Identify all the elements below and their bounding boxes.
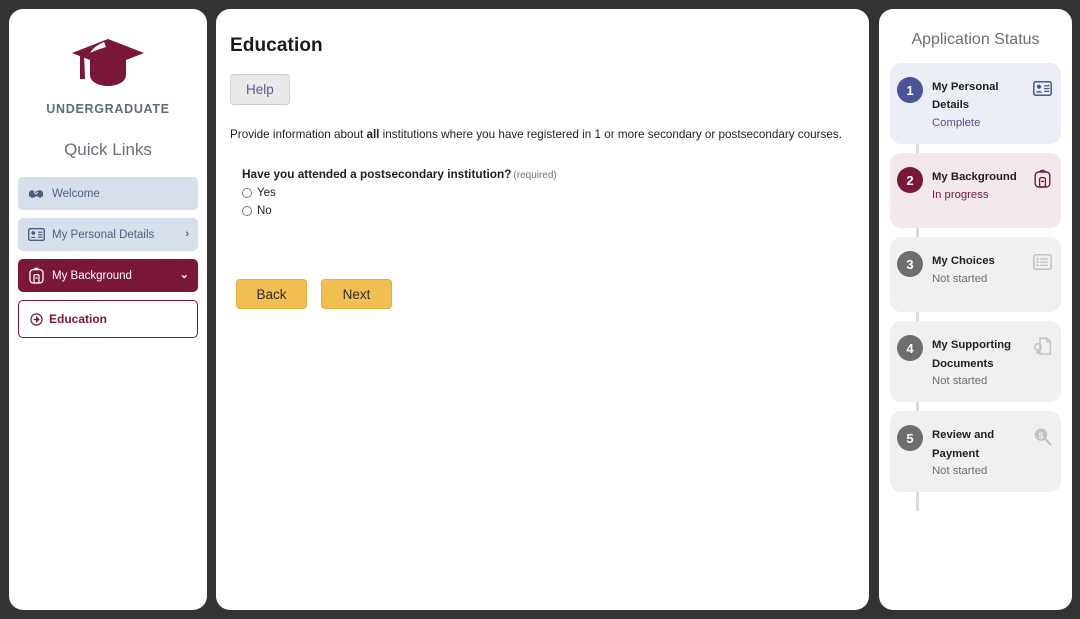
step-text: My Background In progress [932,166,1032,203]
radio-option-yes[interactable]: Yes [242,187,853,199]
application-page: UNDERGRADUATE Quick Links Welcome My Per… [0,0,1080,619]
step-state: Not started [932,374,988,387]
radio-indicator[interactable] [242,188,252,199]
list-icon [1032,252,1052,272]
step-number: 5 [897,425,923,452]
step-name: My Choices [932,255,995,268]
sidebar-item-my-personal-details[interactable]: My Personal Details › [18,218,198,251]
question-text: Have you attended a postsecondary instit… [242,167,512,182]
quick-links-title: Quick Links [64,140,152,159]
step-text: Review and Payment Not started [932,424,1032,479]
step-name: My Background [932,171,1017,184]
id-card-icon [1032,78,1052,98]
status-step-my-supporting-documents[interactable]: 4 My Supporting Documents Not started [890,321,1061,403]
question-label: Have you attended a postsecondary instit… [242,167,853,181]
step-number: 2 [897,167,923,194]
intro-text-after: institutions where you have registered i… [379,128,842,141]
backpack-icon [27,267,45,284]
status-step-my-personal-details[interactable]: 1 My Personal Details Complete [890,63,1061,145]
intro-text-emphasis: all [366,128,380,141]
step-name: My Personal Details [932,81,999,112]
intro-text-before: Provide information about [230,128,367,141]
chevron-down-icon: ⌄ [179,269,189,281]
step-number: 3 [897,251,923,278]
circle-arrow-right-icon [30,312,43,326]
help-button[interactable]: Help [230,74,290,105]
radio-label: No [257,205,272,218]
step-number: 4 [897,335,923,362]
sidebar-subitem-label: Education [49,312,108,326]
handshake-icon [27,186,45,202]
step-state: Not started [932,272,988,285]
backpack-icon [1032,168,1052,188]
content-panel: Education Help Provide information about… [216,9,869,610]
logo-container [9,9,207,96]
status-panel-title: Application Status [911,31,1040,48]
step-state: In progress [932,188,989,201]
status-step-review-and-payment[interactable]: 5 Review and Payment Not started $ [890,411,1061,493]
back-button[interactable]: Back [236,279,307,310]
brand-name: UNDERGRADUATE [46,102,170,116]
step-name: Review and Payment [932,429,995,460]
step-state: Complete [932,116,981,129]
radio-option-no[interactable]: No [242,205,853,217]
step-state: Not started [932,465,988,477]
required-note: (required) [513,170,557,182]
step-text: My Personal Details Complete [932,76,1032,131]
question-block: Have you attended a postsecondary instit… [230,167,853,217]
sidebar-item-label: My Background [52,269,132,282]
application-status-panel: Application Status 1 My Personal Details… [879,9,1072,610]
status-steps-list: 1 My Personal Details Complete 2 My Back… [879,63,1072,511]
id-card-icon [27,227,45,243]
sidebar-item-label: Welcome [52,187,100,200]
sidebar-item-welcome[interactable]: Welcome [18,177,198,210]
svg-text:$: $ [1038,430,1043,440]
intro-text: Provide information about all institutio… [230,127,853,143]
next-button[interactable]: Next [321,279,392,310]
step-number: 1 [897,77,923,103]
page-title: Education [230,35,323,56]
step-name: My Supporting Documents [932,339,1012,370]
status-step-my-choices[interactable]: 3 My Choices Not started [890,237,1061,313]
radio-indicator[interactable] [242,206,252,217]
graduation-cap-icon [68,35,148,96]
chevron-right-icon: › [185,228,189,240]
sidebar-item-label: My Personal Details [52,228,155,241]
sidebar-panel: UNDERGRADUATE Quick Links Welcome My Per… [9,9,207,610]
radio-label: Yes [257,187,276,200]
step-text: My Supporting Documents Not started [932,334,1032,389]
sidebar-subitem-education[interactable]: Education [18,300,198,338]
document-search-icon [1032,336,1052,356]
payment-search-icon: $ [1032,426,1052,446]
sidebar-nav: Welcome My Personal Details › My Backgro… [9,177,207,338]
sidebar-item-my-background[interactable]: My Background ⌄ [18,259,198,292]
form-button-row: Back Next [230,279,853,310]
status-step-my-background[interactable]: 2 My Background In progress [890,153,1061,229]
step-text: My Choices Not started [932,250,1032,287]
